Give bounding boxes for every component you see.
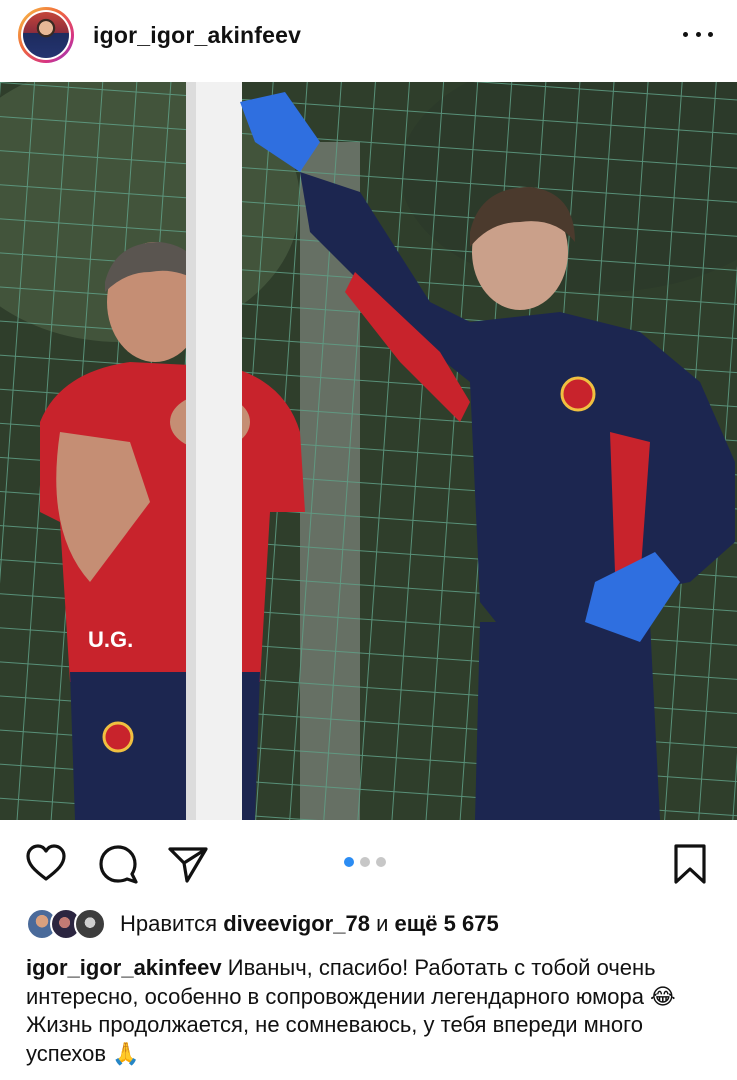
- jersey-initials: U.G.: [88, 627, 133, 652]
- likes-text[interactable]: Нравится diveevigor_78 и ещё 5 675: [120, 911, 499, 937]
- ellipsis-icon[interactable]: [683, 24, 713, 44]
- likes-prefix: Нравится: [120, 911, 218, 936]
- profile-avatar[interactable]: [18, 7, 74, 63]
- avatar-photo: [23, 12, 69, 58]
- post-caption: igor_igor_akinfeev Иваныч, спасибо! Рабо…: [26, 954, 716, 1068]
- post-username[interactable]: igor_igor_akinfeev: [93, 22, 301, 49]
- carousel-dot: [360, 857, 370, 867]
- likes-middle: и: [376, 911, 389, 936]
- carousel-dot-active: [344, 857, 354, 867]
- heart-icon[interactable]: [24, 842, 68, 886]
- photo-illustration: U.G.: [0, 82, 737, 820]
- likes-row[interactable]: Нравится diveevigor_78 и ещё 5 675: [26, 906, 499, 942]
- liker-username[interactable]: diveevigor_78: [223, 911, 370, 936]
- post-header: igor_igor_akinfeev: [0, 0, 737, 82]
- bookmark-icon[interactable]: [668, 842, 712, 886]
- carousel-indicator: [344, 857, 386, 867]
- caption-username[interactable]: igor_igor_akinfeev: [26, 955, 222, 980]
- carousel-dot: [376, 857, 386, 867]
- likes-others[interactable]: ещё 5 675: [395, 911, 499, 936]
- post-photo[interactable]: U.G.: [0, 82, 737, 820]
- send-icon[interactable]: [166, 842, 210, 886]
- comment-icon[interactable]: [96, 842, 140, 886]
- liker-avatar: [74, 908, 106, 940]
